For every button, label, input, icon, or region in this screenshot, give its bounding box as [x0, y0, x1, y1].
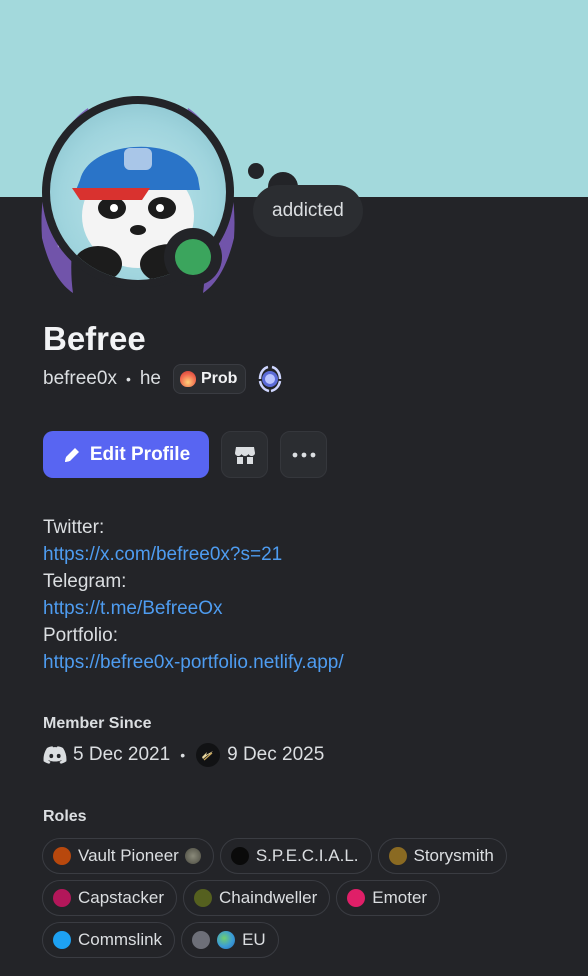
role-name: Capstacker — [78, 888, 164, 907]
role-name: Storysmith — [413, 846, 494, 865]
role-pill[interactable]: S.P.E.C.I.A.L. — [219, 838, 372, 874]
role-color-dot — [53, 931, 71, 949]
laurel-badge-icon[interactable] — [256, 365, 284, 393]
ellipsis-icon — [292, 452, 315, 457]
role-name: Vault Pioneer — [78, 846, 179, 865]
role-pill[interactable]: Vault Pioneer — [42, 838, 214, 874]
bio-label-twitter: Twitter: — [43, 517, 105, 538]
shop-button[interactable] — [221, 431, 268, 478]
role-pill[interactable]: Capstacker — [42, 880, 177, 916]
role-color-dot — [193, 889, 212, 907]
username: befree0x — [43, 368, 117, 389]
user-subtitle: befree0x • he Prob — [43, 364, 284, 394]
pencil-icon — [64, 447, 79, 462]
separator-dot: • — [180, 747, 186, 763]
separator-dot: • — [125, 371, 131, 387]
role-name: Emoter — [372, 888, 428, 907]
discord-icon — [43, 746, 67, 764]
online-status-icon — [175, 239, 211, 275]
guild-tag[interactable]: Prob — [173, 364, 247, 394]
role-pill[interactable]: Commslink — [42, 922, 176, 958]
roles-list: Vault Pioneer S.P.E.C.I.A.L. Storysmith … — [42, 838, 542, 964]
server-icon[interactable] — [195, 742, 221, 768]
role-name: Commslink — [78, 930, 163, 949]
role-name: EU — [242, 930, 266, 949]
role-color-dot — [53, 889, 71, 907]
member-since-title: Member Since — [43, 715, 152, 732]
roles-title: Roles — [43, 808, 87, 825]
fire-icon — [180, 371, 196, 387]
custom-status-text: addicted — [272, 200, 344, 221]
role-color-dot — [230, 847, 249, 865]
role-name: Chaindweller — [218, 888, 318, 907]
thought-bubble-dot — [248, 163, 264, 179]
twitter-link[interactable]: https://x.com/befree0x?s=21 — [43, 541, 344, 568]
globe-icon — [217, 931, 236, 949]
pronouns: he — [139, 368, 161, 389]
bio-label-telegram: Telegram: — [43, 571, 127, 592]
custom-status-bubble[interactable]: addicted — [253, 185, 363, 237]
shop-icon — [234, 446, 255, 464]
about-me: Twitter: https://x.com/befree0x?s=21 Tel… — [43, 514, 344, 676]
more-options-button[interactable] — [280, 431, 327, 478]
telegram-link[interactable]: https://t.me/BefreeOx — [43, 595, 344, 622]
portfolio-link[interactable]: https://befree0x-portfolio.netlify.app/ — [43, 649, 344, 676]
member-since-row: 5 Dec 2021 • 9 Dec 2025 — [43, 740, 324, 770]
bio-label-portfolio: Portfolio: — [43, 625, 118, 646]
role-color-dot — [347, 889, 366, 907]
profile-actions: Edit Profile — [43, 431, 327, 478]
edit-profile-button[interactable]: Edit Profile — [43, 431, 209, 478]
discord-join-date: 5 Dec 2021 — [73, 744, 171, 765]
role-color-dot — [192, 931, 211, 949]
role-icon — [184, 848, 201, 864]
role-pill[interactable]: Chaindweller — [182, 880, 331, 916]
role-pill[interactable]: Storysmith — [377, 838, 507, 874]
role-color-dot — [53, 847, 71, 865]
server-join-date: 9 Dec 2025 — [227, 744, 325, 765]
role-pill[interactable]: Emoter — [336, 880, 441, 916]
edit-profile-label: Edit Profile — [89, 443, 191, 465]
role-color-dot — [388, 847, 407, 865]
guild-tag-label: Prob — [201, 370, 238, 387]
display-name: Befree — [43, 320, 146, 357]
role-pill[interactable]: EU — [181, 922, 279, 958]
role-name: S.P.E.C.I.A.L. — [255, 846, 359, 865]
